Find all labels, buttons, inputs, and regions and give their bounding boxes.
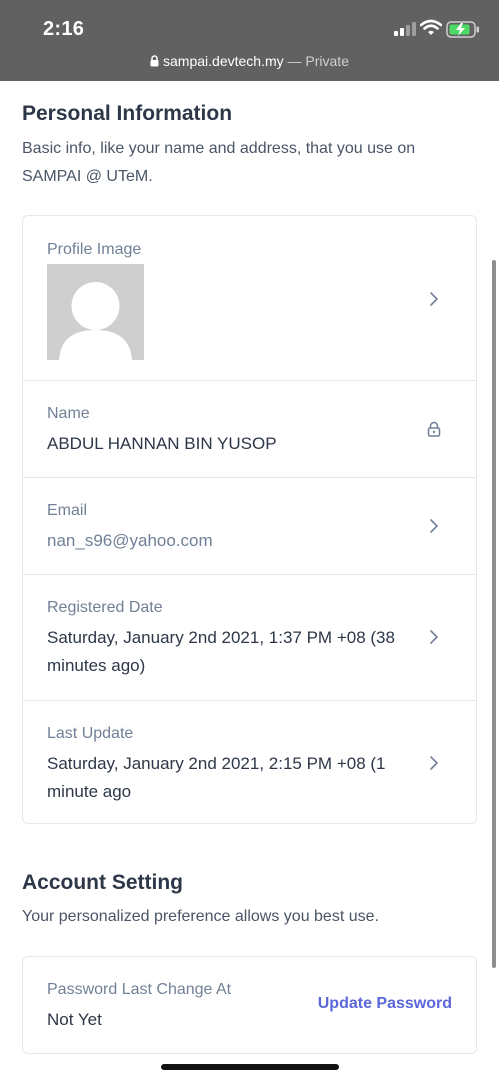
personal-info-title: Personal Information xyxy=(22,102,233,125)
browser-top-bar: 2:16 sampai.devtech.my — Private xyxy=(0,0,499,81)
password-change-label: Password Last Change At xyxy=(47,981,232,998)
account-setting-description: Your personalized preference allows you … xyxy=(22,908,379,925)
chevron-right-icon[interactable] xyxy=(427,628,441,646)
personal-info-description: Basic info, like your name and address, … xyxy=(22,140,416,185)
last-update-label: Last Update xyxy=(47,725,134,742)
update-password-link[interactable]: Update Password xyxy=(318,995,452,1013)
name-label: Name xyxy=(47,405,90,422)
name-row: Name ABDUL HANNAN BIN YUSOP xyxy=(23,381,476,478)
chevron-right-icon[interactable] xyxy=(427,517,441,535)
lock-icon xyxy=(427,421,441,437)
email-row[interactable]: Email nan_s96@yahoo.com xyxy=(23,478,476,575)
account-setting-card: Password Last Change At Not Yet Update P… xyxy=(22,956,477,1054)
name-value: ABDUL HANNAN BIN YUSOP xyxy=(47,434,277,453)
wifi-icon xyxy=(420,19,442,35)
profile-image-row[interactable]: Profile Image xyxy=(23,216,476,381)
registered-date-label: Registered Date xyxy=(47,599,163,616)
url-bar[interactable]: sampai.devtech.my — Private xyxy=(0,53,499,69)
profile-image-label: Profile Image xyxy=(47,241,142,258)
account-setting-title: Account Setting xyxy=(22,871,183,894)
email-value: nan_s96@yahoo.com xyxy=(47,531,213,550)
private-label: — Private xyxy=(287,53,349,69)
last-update-value: Saturday, January 2nd 2021, 2:15 PM +08 … xyxy=(47,754,386,801)
password-change-value: Not Yet xyxy=(47,1010,102,1029)
lock-icon xyxy=(150,55,159,67)
url-text: sampai.devtech.my xyxy=(163,53,284,69)
avatar xyxy=(47,264,144,360)
email-label: Email xyxy=(47,502,88,519)
home-indicator[interactable] xyxy=(161,1064,339,1070)
battery-icon xyxy=(446,21,479,38)
last-update-row[interactable]: Last Update Saturday, January 2nd 2021, … xyxy=(23,701,476,825)
chevron-right-icon[interactable] xyxy=(427,754,441,772)
signal-icon xyxy=(394,22,416,36)
registered-date-value: Saturday, January 2nd 2021, 1:37 PM +08 … xyxy=(47,628,395,675)
scrollbar[interactable] xyxy=(492,260,496,968)
chevron-right-icon[interactable] xyxy=(427,290,441,308)
personal-info-card: Profile Image Name ABDUL HANNAN BIN YUSO… xyxy=(22,215,477,824)
status-time: 2:16 xyxy=(43,18,85,40)
registered-date-row[interactable]: Registered Date Saturday, January 2nd 20… xyxy=(23,575,476,701)
